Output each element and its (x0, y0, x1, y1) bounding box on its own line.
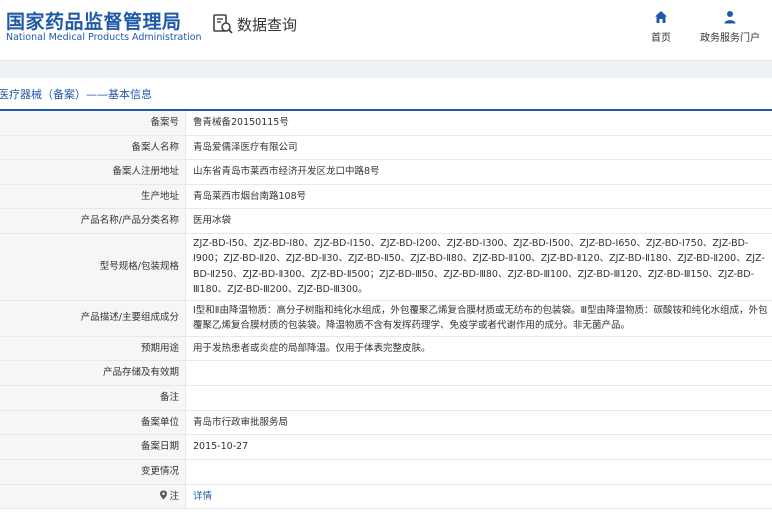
details-link[interactable]: 详情 (193, 491, 212, 502)
home-icon (655, 11, 667, 23)
table-row: 生产地址 青岛莱西市烟台南路108号 (0, 184, 772, 209)
field-value: 青岛爱儒泽医疗有限公司 (185, 135, 772, 160)
field-label: 产品存储及有效期 (0, 360, 186, 386)
nav-home-label: 首页 (651, 33, 671, 44)
table-row: 产品名称/产品分类名称 医用冰袋 (0, 208, 772, 234)
table-row: 型号规格/包装规格 ZJZ-BD-Ⅰ50、ZJZ-BD-Ⅰ80、ZJZ-BD-Ⅰ… (0, 233, 772, 301)
field-value: Ⅰ型和Ⅱ由降温物质：高分子树脂和纯化水组成，外包覆聚乙烯复合膜材质或无纺布的包装… (185, 300, 772, 337)
field-value (185, 385, 772, 411)
table-row: 备案人名称 青岛爱儒泽医疗有限公司 (0, 135, 772, 160)
field-value: 医用冰袋 (185, 208, 772, 234)
field-value: 青岛莱西市烟台南路108号 (185, 184, 772, 209)
location-pin-icon (160, 490, 168, 499)
field-label: 备案人名称 (0, 135, 186, 160)
page-title-bar: 医疗器械（备案）——基本信息 (0, 78, 772, 109)
nav-home[interactable]: 首页 (646, 9, 676, 44)
table-row: 备注 (0, 385, 772, 411)
field-label: 预期用途 (0, 336, 186, 361)
page-title: 医疗器械（备案）——基本信息 (0, 87, 152, 101)
field-label: 备注 (0, 385, 186, 411)
table-row: 产品存储及有效期 (0, 360, 772, 386)
site-header: 国家药品监督管理局 National Medical Products Admi… (0, 0, 772, 60)
field-value: 鲁青械备20150115号 (185, 111, 772, 136)
field-value (185, 459, 772, 485)
table-row: 注 详情 (0, 484, 772, 509)
nav-service-portal[interactable]: 政务服务门户 (698, 9, 762, 44)
table-row: 备案单位 青岛市行政审批服务局 (0, 410, 772, 435)
field-value: 山东省青岛市莱西市经济开发区龙口中路8号 (185, 159, 772, 185)
field-label: 备案日期 (0, 434, 186, 460)
user-icon (724, 11, 736, 24)
field-label: 生产地址 (0, 184, 186, 209)
field-value (185, 360, 772, 386)
query-label: 数据查询 (237, 15, 298, 34)
field-label: 备案号 (0, 111, 186, 136)
nav-service-portal-label: 政务服务门户 (700, 33, 760, 44)
field-value: ZJZ-BD-Ⅰ50、ZJZ-BD-Ⅰ80、ZJZ-BD-Ⅰ150、ZJZ-BD… (185, 233, 772, 301)
header-divider (0, 60, 772, 78)
table-row: 预期用途 用于发热患者或炎症的局部降温。仅用于体表完整皮肤。 (0, 336, 772, 361)
field-label: 备案单位 (0, 410, 186, 435)
field-label: 产品名称/产品分类名称 (0, 208, 186, 234)
table-row: 备案日期 2015-10-27 (0, 434, 772, 460)
field-value: 详情 (185, 484, 772, 509)
field-label: 型号规格/包装规格 (0, 233, 186, 301)
table-row: 变更情况 (0, 459, 772, 485)
record-info-table: 备案号 鲁青械备20150115号 备案人名称 青岛爱儒泽医疗有限公司 备案人注… (0, 111, 772, 509)
field-label: 备案人注册地址 (0, 159, 186, 185)
data-query-title: 数据查询 (212, 13, 297, 35)
field-value: 青岛市行政审批服务局 (185, 410, 772, 435)
note-label-text: 注 (169, 490, 179, 502)
logo-chinese[interactable]: 国家药品监督管理局 (6, 7, 182, 34)
field-label: 产品描述/主要组成成分 (0, 300, 186, 337)
note-label: 注 (0, 484, 186, 509)
table-row: 产品描述/主要组成成分 Ⅰ型和Ⅱ由降温物质：高分子树脂和纯化水组成，外包覆聚乙烯… (0, 300, 772, 337)
logo-english[interactable]: National Medical Products Administration (6, 32, 202, 43)
field-label: 变更情况 (0, 459, 186, 485)
document-search-icon (213, 14, 233, 34)
field-value: 2015-10-27 (185, 434, 772, 460)
table-row: 备案人注册地址 山东省青岛市莱西市经济开发区龙口中路8号 (0, 159, 772, 185)
field-value: 用于发热患者或炎症的局部降温。仅用于体表完整皮肤。 (185, 336, 772, 361)
table-row: 备案号 鲁青械备20150115号 (0, 111, 772, 136)
